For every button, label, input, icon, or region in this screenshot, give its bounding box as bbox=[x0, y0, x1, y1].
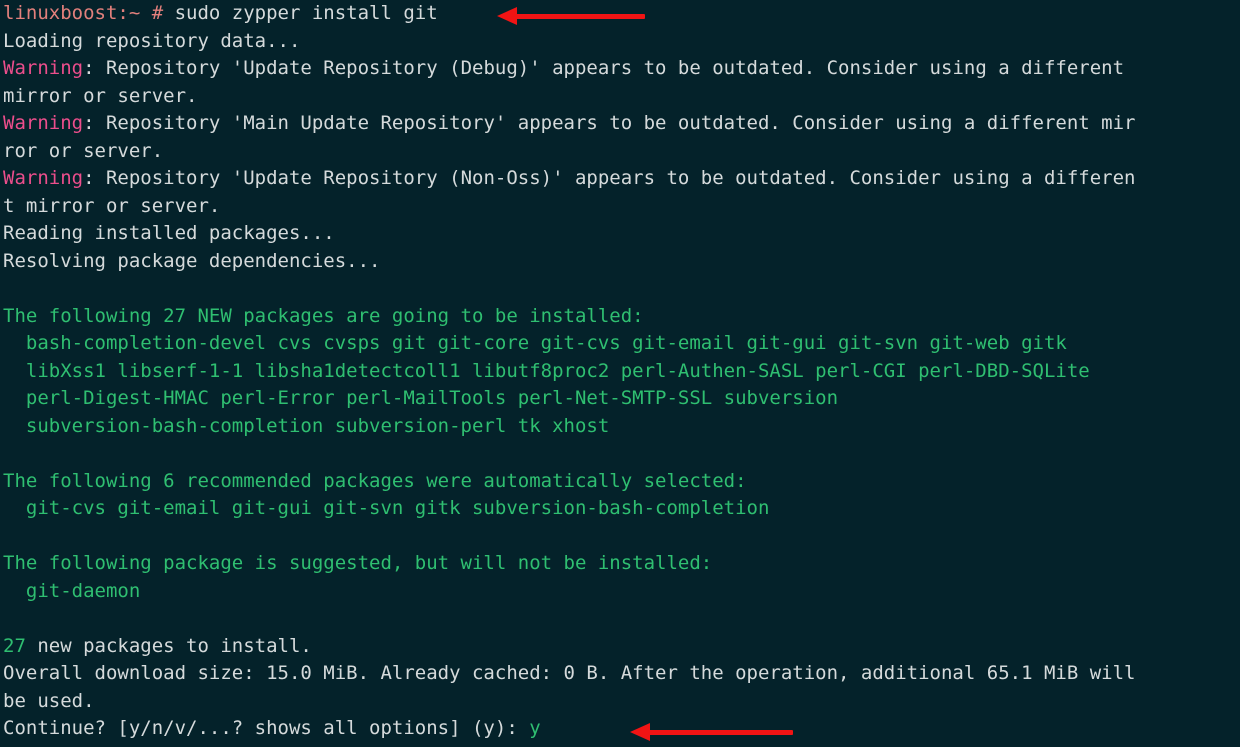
terminal-line-new-packages-row-3: perl-Digest-HMAC perl-Error perl-MailToo… bbox=[0, 385, 1240, 413]
terminal-line-new-packages-row-1-segment-0: bash-completion-devel cvs cvsps git git-… bbox=[3, 332, 1067, 354]
terminal-line-reading-installed-packages: Reading installed packages... bbox=[0, 220, 1240, 248]
terminal-line-blank-2-segment-0 bbox=[3, 442, 14, 464]
terminal-line-warning-1-cont-segment-0: mirror or server. bbox=[3, 84, 198, 107]
terminal-line-warning-2: Warning: Repository 'Main Update Reposit… bbox=[0, 110, 1240, 138]
terminal-line-suggested-packages-header-segment-0: The following package is suggested, but … bbox=[3, 552, 713, 574]
terminal-line-warning-1: Warning: Repository 'Update Repository (… bbox=[0, 55, 1240, 83]
terminal-line-warning-1-segment-1: : Repository 'Update Repository (Debug)'… bbox=[83, 57, 1125, 79]
terminal-line-warning-2-segment-0: Warning bbox=[3, 112, 84, 134]
terminal-line-new-packages-count-segment-0: 27 bbox=[3, 634, 26, 657]
terminal-line-loading-repo-data-segment-0: Loading repository data... bbox=[3, 29, 301, 52]
terminal-line-continue-prompt-segment-0: Continue? [y/n/v/...? shows all options]… bbox=[3, 717, 530, 739]
terminal-line-blank-3-segment-0 bbox=[3, 525, 14, 547]
terminal-line-suggested-packages-header: The following package is suggested, but … bbox=[0, 550, 1240, 578]
terminal-line-blank-1 bbox=[0, 275, 1240, 303]
terminal-line-blank-4 bbox=[0, 605, 1240, 633]
terminal-line-blank-3 bbox=[0, 523, 1240, 551]
terminal-line-new-packages-row-2: libXss1 libserf-1-1 libsha1detectcoll1 l… bbox=[0, 358, 1240, 386]
terminal-line-new-packages-row-3-segment-0: perl-Digest-HMAC perl-Error perl-MailToo… bbox=[3, 387, 839, 409]
terminal-line-resolving-dependencies-segment-0: Resolving package dependencies... bbox=[3, 249, 381, 272]
terminal-line-loading-repo-data: Loading repository data... bbox=[0, 28, 1240, 56]
terminal-line-warning-1-cont: mirror or server. bbox=[0, 83, 1240, 111]
terminal-line-warning-3: Warning: Repository 'Update Repository (… bbox=[0, 165, 1240, 193]
terminal-line-warning-2-segment-1: : Repository 'Main Update Repository' ap… bbox=[83, 112, 1136, 134]
terminal-line-new-packages-count-segment-1: new packages to install. bbox=[25, 634, 312, 657]
terminal-line-new-packages-row-4: subversion-bash-completion subversion-pe… bbox=[0, 413, 1240, 441]
terminal-line-blank-2 bbox=[0, 440, 1240, 468]
terminal-line-continue-prompt-segment-1: y bbox=[529, 717, 541, 739]
terminal-line-continue-prompt: Continue? [y/n/v/...? shows all options]… bbox=[0, 715, 1240, 743]
terminal-line-prompt-command-segment-1: sudo zypper install git bbox=[174, 2, 438, 24]
terminal-line-download-size-cont: be used. bbox=[0, 688, 1240, 716]
terminal-line-new-packages-count: 27 new packages to install. bbox=[0, 633, 1240, 661]
terminal-line-resolving-dependencies: Resolving package dependencies... bbox=[0, 248, 1240, 276]
terminal-output: linuxboost:~ # sudo zypper install git Lo… bbox=[0, 0, 1240, 743]
terminal-line-blank-4-segment-0 bbox=[3, 607, 14, 629]
terminal-line-blank-1-segment-0 bbox=[3, 277, 14, 299]
terminal-line-recommended-packages-row-1: git-cvs git-email git-gui git-svn gitk s… bbox=[0, 495, 1240, 523]
terminal-window[interactable]: linuxboost:~ # sudo zypper install git Lo… bbox=[0, 0, 1240, 747]
terminal-line-warning-2-cont-segment-0: ror or server. bbox=[3, 139, 164, 162]
terminal-line-warning-3-segment-0: Warning bbox=[3, 167, 84, 189]
terminal-line-warning-3-segment-1: : Repository 'Update Repository (Non-Oss… bbox=[83, 167, 1136, 189]
terminal-line-warning-2-cont: ror or server. bbox=[0, 138, 1240, 166]
terminal-line-recommended-packages-header: The following 6 recommended packages wer… bbox=[0, 468, 1240, 496]
terminal-line-suggested-packages-row-1-segment-0: git-daemon bbox=[3, 579, 141, 602]
terminal-line-new-packages-header-segment-0: The following 27 NEW packages are going … bbox=[3, 304, 644, 327]
terminal-line-new-packages-row-4-segment-0: subversion-bash-completion subversion-pe… bbox=[3, 414, 610, 437]
terminal-line-warning-1-segment-0: Warning bbox=[3, 57, 84, 79]
terminal-line-download-size-cont-segment-0: be used. bbox=[3, 689, 95, 712]
terminal-line-reading-installed-packages-segment-0: Reading installed packages... bbox=[3, 222, 335, 244]
terminal-line-new-packages-row-1: bash-completion-devel cvs cvsps git git-… bbox=[0, 330, 1240, 358]
terminal-line-recommended-packages-row-1-segment-0: git-cvs git-email git-gui git-svn gitk s… bbox=[3, 497, 770, 519]
terminal-line-suggested-packages-row-1: git-daemon bbox=[0, 578, 1240, 606]
terminal-line-recommended-packages-header-segment-0: The following 6 recommended packages wer… bbox=[3, 469, 747, 492]
terminal-line-prompt-command-segment-0: linuxboost:~ # bbox=[3, 2, 175, 24]
terminal-line-download-size-segment-0: Overall download size: 15.0 MiB. Already… bbox=[3, 662, 1136, 684]
terminal-line-prompt-command: linuxboost:~ # sudo zypper install git bbox=[0, 0, 1240, 28]
terminal-line-new-packages-row-2-segment-0: libXss1 libserf-1-1 libsha1detectcoll1 l… bbox=[3, 359, 1090, 382]
terminal-line-new-packages-header: The following 27 NEW packages are going … bbox=[0, 303, 1240, 331]
terminal-line-warning-3-cont: t mirror or server. bbox=[0, 193, 1240, 221]
terminal-line-download-size: Overall download size: 15.0 MiB. Already… bbox=[0, 660, 1240, 688]
terminal-line-warning-3-cont-segment-0: t mirror or server. bbox=[3, 194, 221, 217]
